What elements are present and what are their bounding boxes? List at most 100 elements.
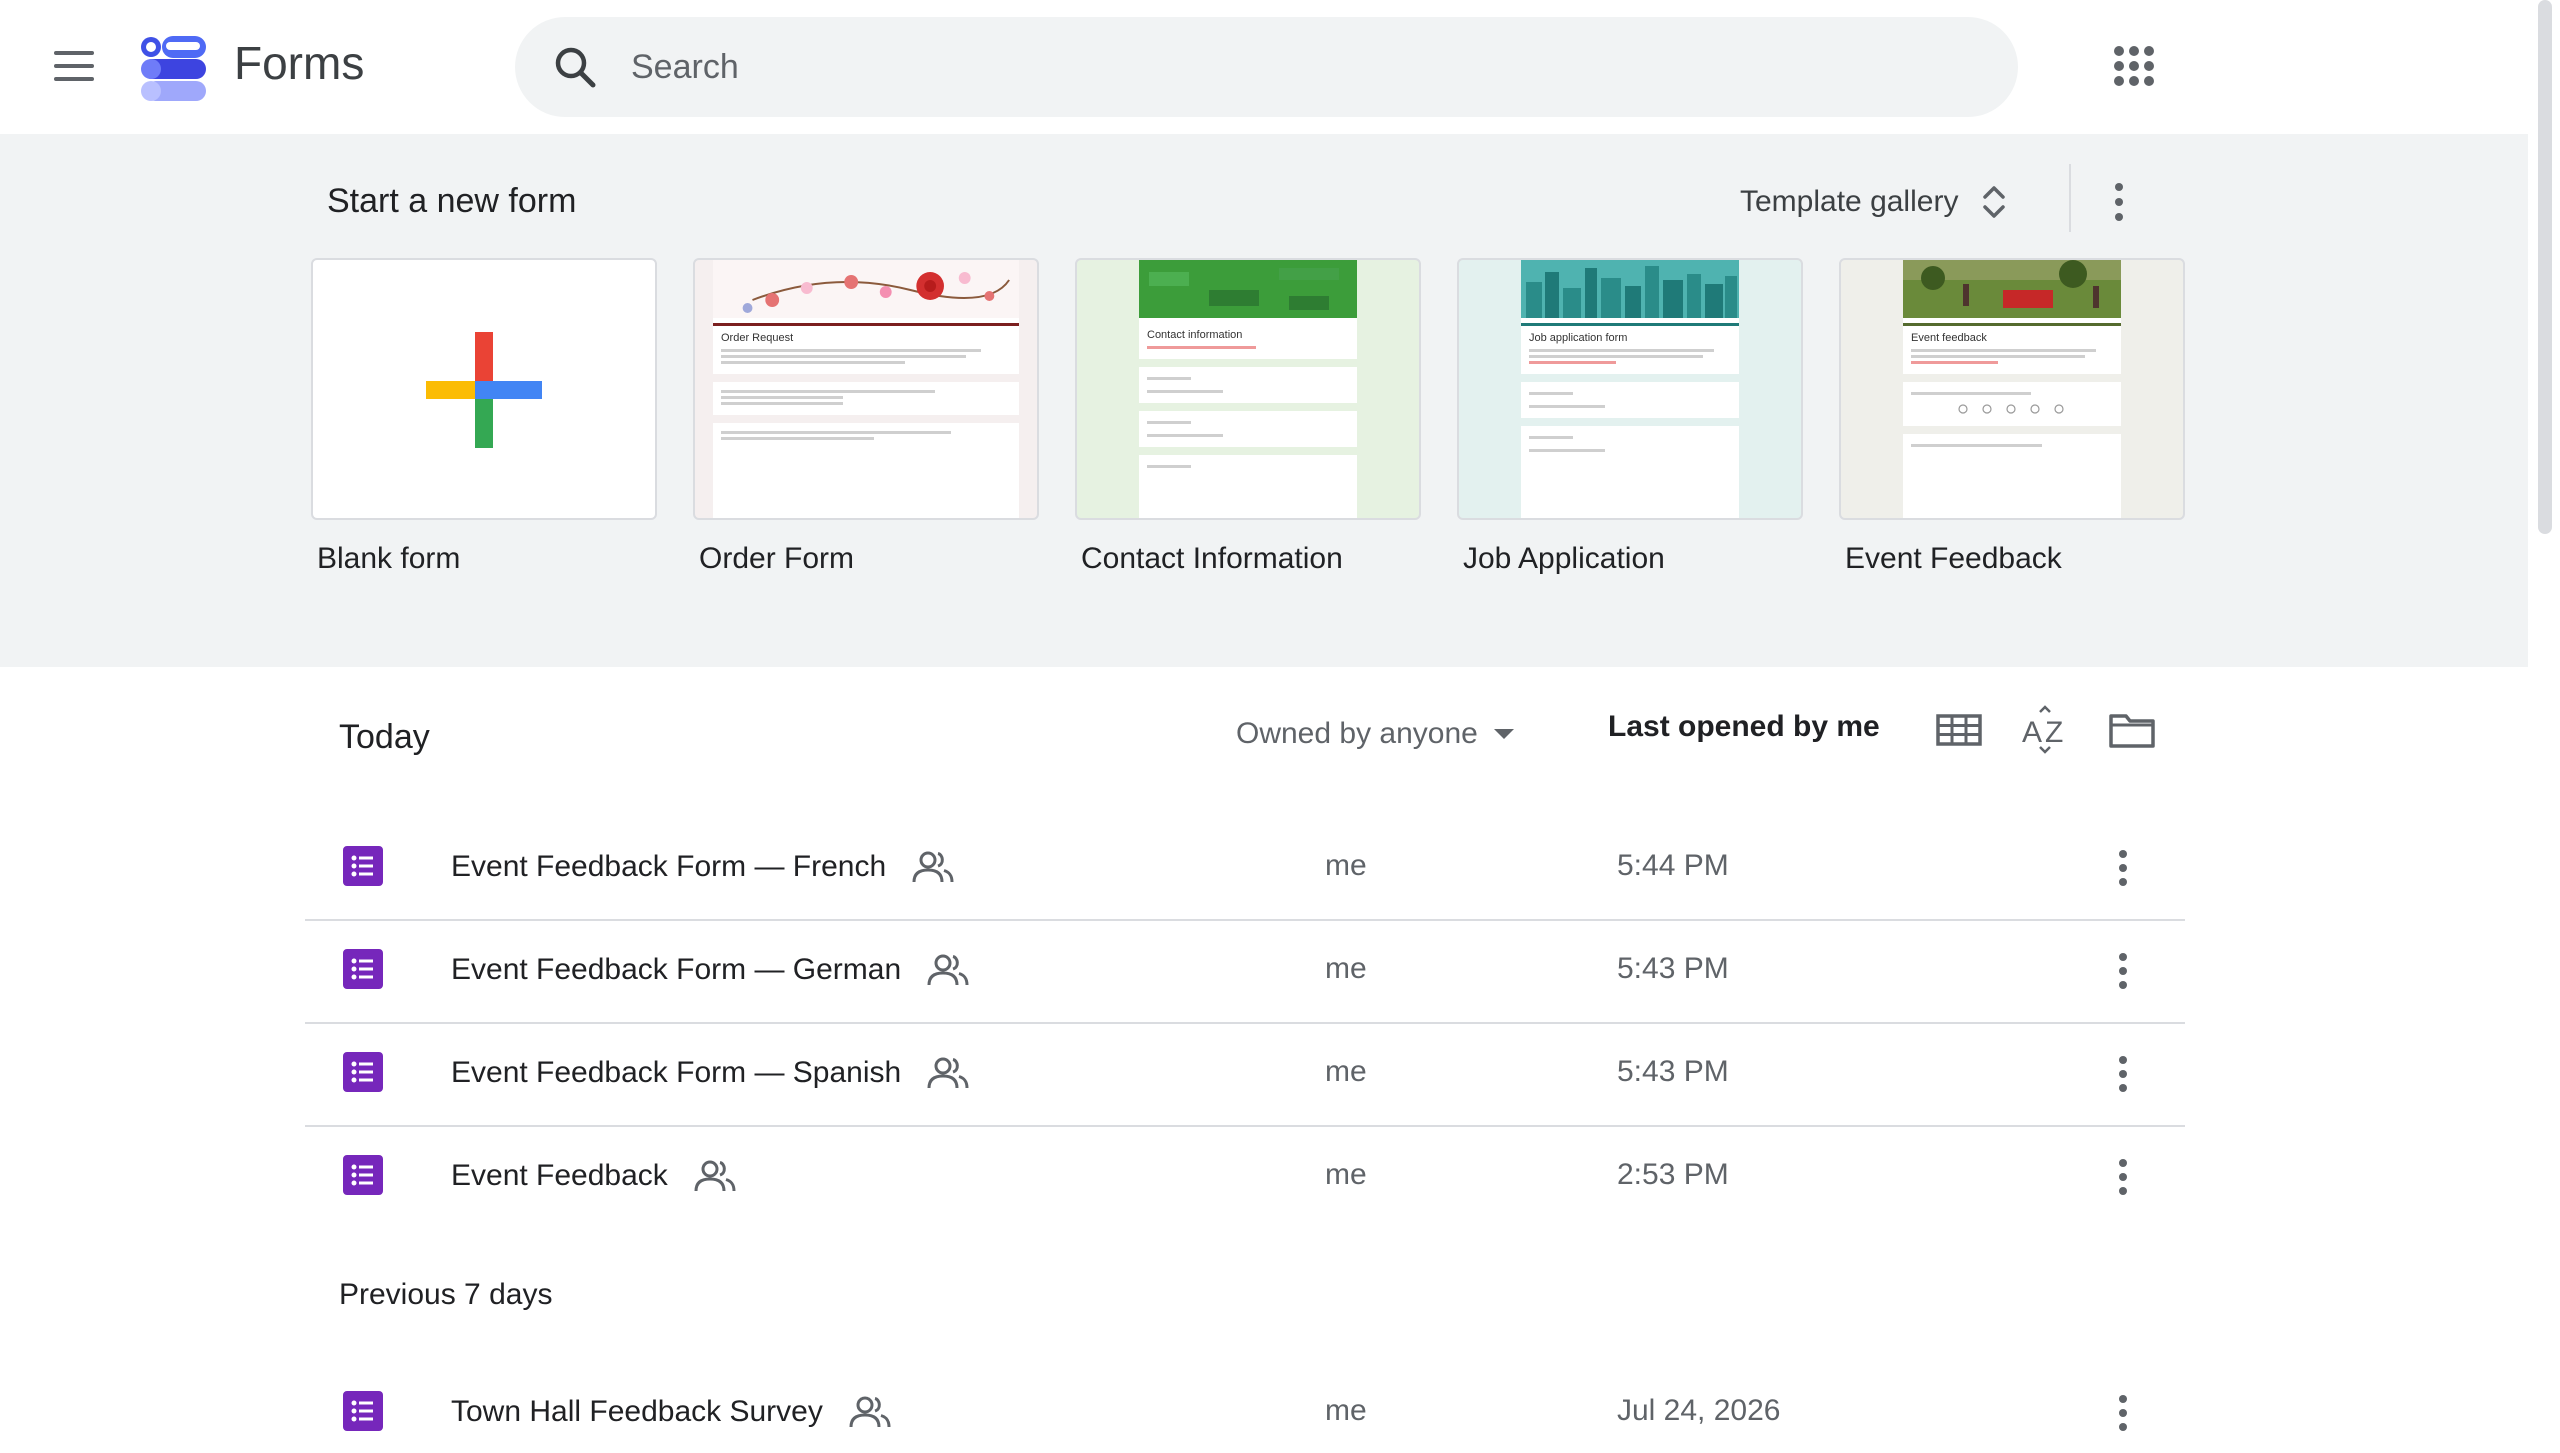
- menu-bar: [54, 51, 94, 55]
- google-apps-button[interactable]: [2106, 38, 2162, 94]
- search-icon[interactable]: [551, 43, 599, 91]
- template-label: Contact Information: [1081, 542, 1343, 575]
- mini-form: Event feedback: [1903, 260, 2121, 518]
- main-menu-button[interactable]: [46, 38, 102, 94]
- form-name: Event Feedback Form — French: [451, 850, 887, 883]
- shared-people-icon: [912, 851, 954, 883]
- form-name: Event Feedback Form — Spanish: [451, 1056, 902, 1089]
- template-label: Order Form: [699, 542, 855, 575]
- mini-form-title: Event feedback: [1911, 332, 1987, 344]
- mini-text-line: [721, 431, 951, 434]
- forms-logo-icon[interactable]: [140, 32, 210, 102]
- svg-text:Z: Z: [2045, 716, 2063, 749]
- row-more-options-button[interactable]: [2105, 1050, 2141, 1098]
- mini-text-line: [1147, 421, 1191, 424]
- list-item[interactable]: Event Feedback me 2:53 PM: [305, 1125, 2185, 1228]
- app-title[interactable]: Forms: [234, 36, 364, 90]
- mini-form: Job application form: [1521, 260, 1739, 518]
- dot: [2119, 953, 2127, 961]
- row-more-options-button[interactable]: [2105, 844, 2141, 892]
- dot: [2119, 1159, 2127, 1167]
- template-thumbnail: Order Request: [693, 258, 1039, 520]
- row-last-opened: 5:43 PM: [1617, 952, 1729, 985]
- template-card-event-feedback[interactable]: Event feedback Event Feedback: [1839, 258, 2185, 576]
- dot: [2119, 1070, 2127, 1078]
- mini-separator: [1139, 403, 1357, 411]
- template-more-options-button[interactable]: [2097, 170, 2141, 234]
- apps-dot: [2114, 76, 2124, 86]
- dot: [2119, 1084, 2127, 1092]
- template-gallery-label: Template gallery: [1740, 185, 1959, 218]
- mini-separator: [1903, 426, 2121, 434]
- row-more-options-button[interactable]: [2105, 1389, 2141, 1437]
- row-last-opened: 2:53 PM: [1617, 1158, 1729, 1191]
- template-thumbnail: Event feedback: [1839, 258, 2185, 520]
- green-header-image: [1139, 260, 1357, 318]
- scrollbar-thumb[interactable]: [2538, 0, 2552, 534]
- dot: [2119, 1409, 2127, 1417]
- row-title: Event Feedback Form — Spanish: [451, 1055, 969, 1091]
- apps-dot: [2129, 61, 2139, 71]
- plus-icon: [426, 332, 542, 448]
- dot: [2119, 878, 2127, 886]
- template-label: Job Application: [1463, 542, 1665, 575]
- forms-doc-icon: [343, 949, 383, 989]
- flower-header-image: [713, 260, 1019, 318]
- row-title: Event Feedback Form — French: [451, 849, 954, 885]
- mini-text-line: [721, 396, 844, 399]
- shared-people-icon: [694, 1160, 736, 1192]
- form-name: Town Hall Feedback Survey: [451, 1395, 823, 1428]
- mini-text-line: [721, 355, 966, 358]
- owner-filter-label: Owned by anyone: [1236, 717, 1478, 750]
- apps-dot: [2129, 46, 2139, 56]
- template-card-order-form[interactable]: Order Request Order Form: [693, 258, 1039, 576]
- mini-text-line: [1529, 349, 1715, 352]
- rating-scale-image: [1958, 404, 2064, 414]
- list-item[interactable]: Event Feedback Form — French me 5:44 PM: [305, 816, 2185, 919]
- sort-order-button[interactable]: Last opened by me: [1608, 710, 1880, 744]
- mini-form-title: Contact information: [1147, 329, 1243, 341]
- list-item[interactable]: Event Feedback Form — Spanish me 5:43 PM: [305, 1022, 2185, 1125]
- mini-separator: [1903, 374, 2121, 382]
- list-item[interactable]: Town Hall Feedback Survey me Jul 24, 202…: [305, 1361, 2185, 1453]
- row-title: Town Hall Feedback Survey: [451, 1394, 891, 1430]
- app-header: Forms: [0, 0, 2520, 134]
- search-input[interactable]: [631, 17, 1971, 117]
- template-thumbnail: Contact information: [1075, 258, 1421, 520]
- template-card-contact-information[interactable]: Contact information Contact Information: [1075, 258, 1421, 576]
- mini-text-line: [1147, 465, 1191, 468]
- row-more-options-button[interactable]: [2105, 947, 2141, 995]
- sort-az-icon[interactable]: A Z: [2018, 702, 2074, 758]
- apps-dot: [2144, 46, 2154, 56]
- forms-doc-icon: [343, 846, 383, 886]
- shared-people-icon: [927, 954, 969, 986]
- forms-doc-icon: [343, 1052, 383, 1092]
- dot: [2119, 1423, 2127, 1431]
- row-more-options-button[interactable]: [2105, 1153, 2141, 1201]
- list-item[interactable]: Event Feedback Form — German me 5:43 PM: [305, 919, 2185, 1022]
- template-label: Event Feedback: [1845, 542, 2062, 575]
- owner-filter-dropdown[interactable]: Owned by anyone: [1236, 706, 1514, 762]
- divider: [2069, 164, 2071, 232]
- template-card-blank-form[interactable]: Blank form: [311, 258, 657, 576]
- template-section: Start a new form Template gallery Blank …: [0, 134, 2528, 667]
- template-card-job-application[interactable]: Job application form Job Application: [1457, 258, 1803, 576]
- shared-people-icon: [927, 1057, 969, 1089]
- template-thumbnail: Job application form: [1457, 258, 1803, 520]
- dot: [2119, 967, 2127, 975]
- shared-people-icon: [849, 1396, 891, 1428]
- apps-dot: [2114, 46, 2124, 56]
- mini-text-line: [1529, 436, 1573, 439]
- apps-dot: [2114, 61, 2124, 71]
- mini-separator: [713, 415, 1019, 423]
- search-bar[interactable]: [515, 17, 2018, 117]
- city-header-image: [1521, 260, 1739, 318]
- row-owner: me: [1325, 1394, 1367, 1427]
- grid-view-icon[interactable]: [1932, 702, 1988, 758]
- mini-text-line: [721, 390, 936, 393]
- mini-text-line: [721, 402, 844, 405]
- folder-icon[interactable]: [2104, 702, 2160, 758]
- template-gallery-button[interactable]: Template gallery: [1730, 170, 2018, 234]
- row-title: Event Feedback Form — German: [451, 952, 969, 988]
- forms-doc-icon: [343, 1391, 383, 1431]
